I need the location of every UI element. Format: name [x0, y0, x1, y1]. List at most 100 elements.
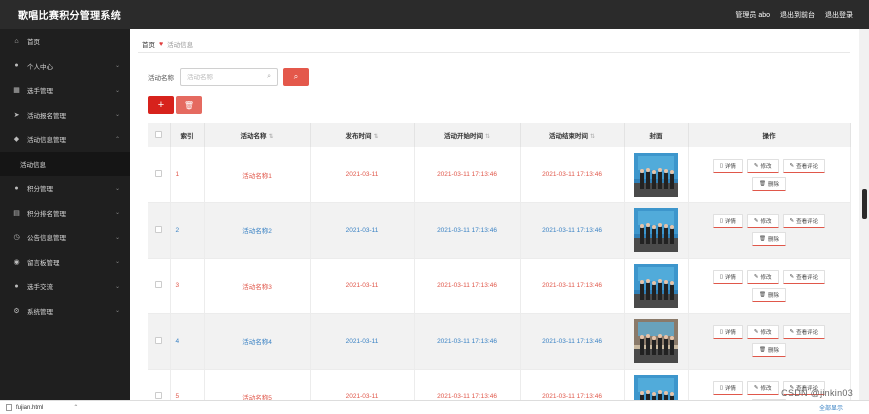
detail-button[interactable]: ▯ 详情 — [712, 325, 743, 340]
pencil-icon: ✎ — [789, 218, 795, 225]
column-header[interactable]: 活动开始时间 ⇅ — [414, 123, 521, 147]
view-comments-button[interactable]: ✎ 查看评论 — [782, 158, 826, 173]
trash-icon: 🗑 — [183, 100, 195, 110]
show-all-downloads-link[interactable]: 全部显示 — [819, 403, 843, 412]
delete-button[interactable]: 🗑删除 — [752, 232, 786, 247]
download-file-name[interactable]: fujian.html — [16, 405, 43, 411]
row-index: 2 — [170, 202, 205, 259]
row-select-cell[interactable] — [148, 147, 171, 203]
search-icon: ⌕ — [293, 72, 299, 81]
delete-button[interactable]: 🗑删除 — [752, 343, 786, 358]
sidebar-item[interactable]: ▤ 积分排名管理 ⌄ — [0, 201, 130, 226]
file-icon — [6, 404, 12, 411]
detail-button[interactable]: ▯ 详情 — [712, 214, 743, 229]
publish-time: 2021-03-11 — [310, 202, 415, 259]
sidebar-item[interactable]: ◆ 活动信息管理 ⌃ — [0, 127, 130, 152]
column-label: 活动结束时间 — [548, 133, 588, 140]
divider — [138, 52, 850, 53]
sidebar-item[interactable]: ● 选手交流 ⌄ — [0, 274, 130, 299]
sidebar-item[interactable]: ➤ 活动报名管理 ⌄ — [0, 103, 130, 128]
sidebar-item[interactable]: ▦ 选手管理 ⌄ — [0, 78, 130, 103]
view-comments-button[interactable]: ✎ 查看评论 — [782, 325, 826, 340]
logout-link[interactable]: 退出登录 — [825, 10, 853, 20]
delete-label: 删除 — [767, 181, 779, 188]
edit-button[interactable]: ✎ 修改 — [746, 158, 779, 173]
column-header: 索引 — [170, 123, 205, 147]
edit-button[interactable]: ✎ 修改 — [746, 214, 779, 229]
search-input[interactable] — [187, 73, 257, 81]
scrollbar-thumb[interactable] — [862, 189, 867, 219]
row-checkbox[interactable] — [155, 392, 163, 400]
select-all-cell[interactable] — [148, 123, 171, 147]
document-icon: ▯ — [719, 273, 723, 280]
row-index: 1 — [170, 147, 205, 203]
edit-button[interactable]: ✎ 修改 — [746, 325, 779, 340]
operations-cell: ▯详情✎修改✎查看评论 🗑删除 — [688, 202, 851, 259]
select-all-checkbox[interactable] — [155, 130, 163, 138]
start-time: 2021-03-11 17:13:46 — [414, 313, 521, 370]
app: 歌唱比赛积分管理系统 管理员 abo 退出到前台 退出登录 ⌂ 首页 ● 个人中心 ⌄ ▦… — [0, 0, 869, 414]
current-user[interactable]: 管理员 abo — [735, 10, 770, 20]
sort-icon[interactable]: ⇅ — [485, 134, 490, 140]
send-icon: ➤ — [13, 111, 20, 119]
search-bar: 活动名称 ⌕ ⌕ — [148, 68, 309, 86]
activity-name: 活动名称1 — [204, 147, 311, 203]
sidebar-item-label: 活动信息管理 — [27, 137, 66, 145]
pencil-icon: ✎ — [753, 162, 759, 169]
sidebar-item-label: 活动报名管理 — [27, 112, 66, 120]
row-checkbox[interactable] — [155, 281, 163, 289]
sort-icon[interactable]: ⇅ — [373, 134, 378, 140]
breadcrumb: 首页 ♥ 活动信息 — [142, 37, 193, 51]
sidebar-item-label: 选手管理 — [27, 88, 53, 96]
detail-button[interactable]: ▯ 详情 — [712, 158, 743, 173]
sidebar-item[interactable]: ● 个人中心 ⌄ — [0, 54, 130, 79]
sort-icon[interactable]: ⇅ — [268, 134, 273, 140]
activity-name: 活动名称3 — [204, 258, 311, 314]
row-checkbox[interactable] — [155, 170, 163, 177]
search-button[interactable]: ⌕ — [283, 68, 309, 86]
app-title: 歌唱比赛积分管理系统 — [18, 11, 121, 22]
row-index: 4 — [170, 313, 205, 370]
top-bar: 歌唱比赛积分管理系统 管理员 abo 退出到前台 退出登录 — [0, 0, 869, 29]
pencil-icon: ✎ — [753, 384, 759, 391]
column-header[interactable]: 发布时间 ⇅ — [310, 123, 415, 147]
chevron-up-icon[interactable]: ⌃ — [73, 404, 78, 411]
sidebar-item[interactable]: ◉ 留言板管理 ⌄ — [0, 250, 130, 275]
operations-cell: ▯详情✎修改✎查看评论 🗑删除 — [688, 313, 851, 370]
row-select-cell[interactable] — [148, 313, 171, 370]
sidebar-item[interactable]: ⚙ 系统管理 ⌄ — [0, 299, 130, 324]
detail-button[interactable]: ▯ 详情 — [712, 380, 743, 395]
edit-button[interactable]: ✎ 修改 — [746, 269, 779, 284]
start-time: 2021-03-11 17:13:46 — [414, 258, 521, 314]
sidebar-item[interactable]: ● 积分管理 ⌄ — [0, 176, 130, 201]
detail-button[interactable]: ▯ 详情 — [712, 269, 743, 284]
row-checkbox[interactable] — [155, 336, 163, 344]
add-button[interactable]: + — [148, 96, 174, 114]
end-time: 2021-03-11 17:13:46 — [520, 313, 625, 370]
row-select-cell[interactable] — [148, 258, 171, 314]
view-comments-button[interactable]: ✎ 查看评论 — [782, 269, 826, 284]
column-header[interactable]: 活动结束时间 ⇅ — [520, 123, 625, 147]
edit-button[interactable]: ✎ 修改 — [746, 380, 779, 395]
pencil-icon: ✎ — [789, 329, 795, 336]
view-comments-button[interactable]: ✎ 查看评论 — [782, 214, 826, 229]
row-select-cell[interactable] — [148, 202, 171, 259]
search-field[interactable]: ⌕ — [180, 68, 278, 86]
user-icon: ● — [14, 282, 19, 290]
delete-button[interactable]: 🗑删除 — [752, 287, 786, 302]
goto-frontend-link[interactable]: 退出到前台 — [780, 10, 815, 20]
breadcrumb-current: 活动信息 — [167, 42, 194, 49]
comments-label: 查看评论 — [796, 274, 819, 281]
scrollbar[interactable] — [859, 29, 869, 400]
delete-button[interactable]: 🗑删除 — [752, 176, 786, 191]
chevron-down-icon: ⌄ — [114, 259, 120, 266]
sidebar-item[interactable]: 活动信息 — [0, 151, 130, 176]
plus-icon: + — [157, 99, 165, 111]
row-checkbox[interactable] — [155, 225, 163, 233]
column-header[interactable]: 活动名称 ⇅ — [204, 123, 311, 147]
sort-icon[interactable]: ⇅ — [590, 134, 595, 140]
breadcrumb-home[interactable]: 首页 — [142, 39, 155, 49]
sidebar-item[interactable]: ⌂ 首页 — [0, 29, 130, 54]
sidebar-item[interactable]: ◷ 公告信息管理 ⌄ — [0, 225, 130, 250]
batch-delete-button[interactable]: 🗑 — [176, 96, 202, 114]
